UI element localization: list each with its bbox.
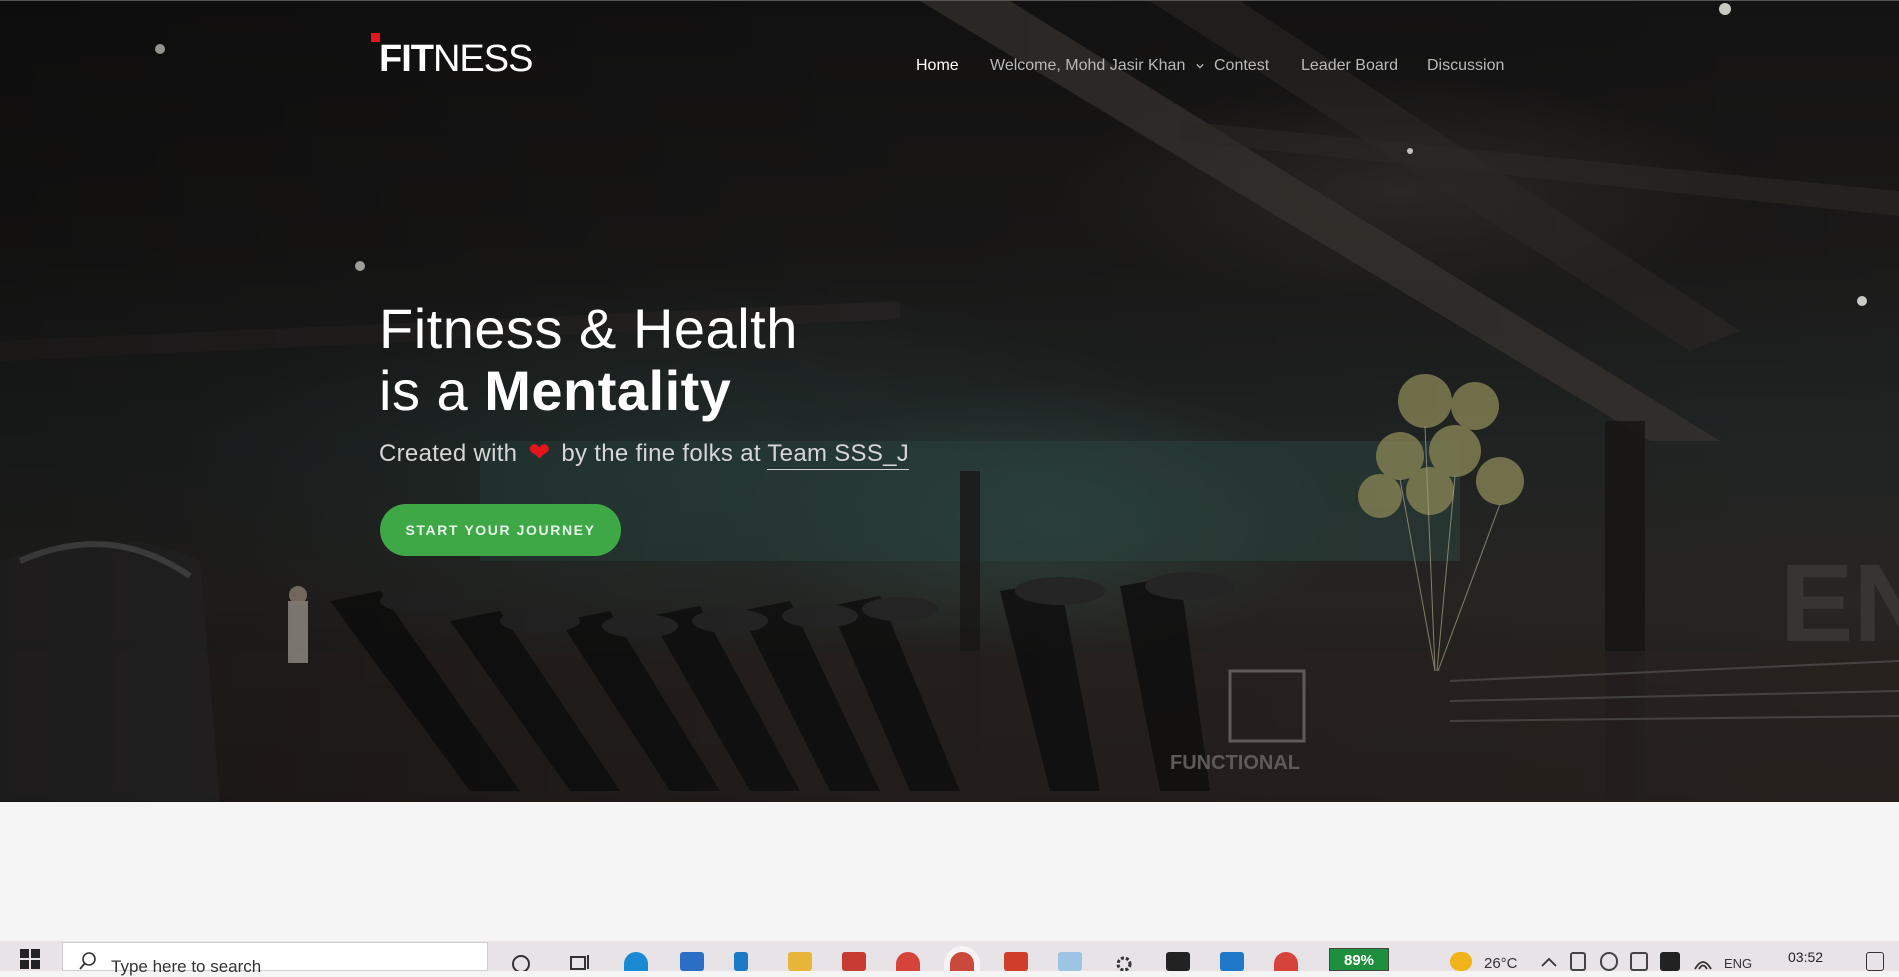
chevron-down-icon <box>1196 63 1204 69</box>
site-logo[interactable]: FITNESS <box>379 38 533 80</box>
sync-icon[interactable] <box>1630 952 1648 971</box>
subtitle-middle: by the fine folks at <box>561 440 761 467</box>
chrome-profile-icon[interactable] <box>1274 952 1298 971</box>
nav-user-menu[interactable]: Welcome, Mohd Jasir Khan <box>990 57 1204 75</box>
gmail-icon[interactable] <box>842 952 866 971</box>
temperature-label[interactable]: 26°C <box>1484 955 1518 972</box>
search-icon <box>79 952 96 970</box>
subtitle-prefix: Created with <box>379 440 518 467</box>
nav-user-label: Welcome, Mohd Jasir Khan <box>990 57 1186 74</box>
logo-thin-text: NESS <box>432 38 533 80</box>
headline-strong: Mentality <box>484 359 732 422</box>
settings-icon[interactable] <box>1112 952 1136 971</box>
vscode-icon[interactable] <box>1220 952 1244 971</box>
chevron-up-icon[interactable] <box>1540 952 1558 971</box>
edge-icon[interactable] <box>624 952 648 971</box>
network-tray-icon[interactable] <box>1600 952 1618 971</box>
heart-icon: ❤ <box>528 437 551 467</box>
windows-taskbar: Type here to search 89% 26°C ENG 03:52 <box>0 941 1899 976</box>
chrome-active-icon[interactable] <box>950 952 974 971</box>
logo-bold-text: FIT <box>379 38 434 80</box>
cortana-icon[interactable] <box>509 952 533 971</box>
office-icon[interactable] <box>1004 952 1028 971</box>
file-explorer-icon[interactable] <box>788 952 812 971</box>
notepad-icon[interactable] <box>1058 952 1082 971</box>
weather-icon[interactable] <box>1450 952 1472 971</box>
nav-leader-board[interactable]: Leader Board <box>1301 57 1398 75</box>
nav-home[interactable]: Home <box>916 57 959 75</box>
trello-icon[interactable] <box>734 952 748 971</box>
hero-section: EN FUNCTIONAL <box>0 0 1899 802</box>
headline-line-2: is a Mentality <box>379 360 798 422</box>
language-label[interactable]: ENG <box>1724 956 1752 971</box>
search-placeholder: Type here to search <box>111 957 262 976</box>
hero-subtitle: Created with ❤ by the fine folks at Team… <box>379 437 910 470</box>
nav-discussion[interactable]: Discussion <box>1427 57 1504 75</box>
taskbar-search-input[interactable]: Type here to search <box>62 942 488 976</box>
terminal-icon[interactable] <box>1166 952 1190 971</box>
wifi-icon[interactable] <box>1693 952 1713 971</box>
start-journey-button[interactable]: START YOUR JOURNEY <box>380 504 621 556</box>
mail-icon[interactable] <box>680 952 704 971</box>
battery-indicator[interactable]: 89% <box>1329 948 1389 971</box>
battery-tray-icon[interactable] <box>1660 952 1680 971</box>
hero-overlay <box>0 1 1899 802</box>
notification-icon[interactable] <box>1866 952 1884 971</box>
chrome-icon[interactable] <box>896 952 920 971</box>
device-icon[interactable] <box>1570 952 1586 971</box>
hero-headline: Fitness & Health is a Mentality <box>379 298 798 422</box>
clock-time[interactable]: 03:52 <box>1788 949 1823 965</box>
task-view-icon[interactable] <box>568 952 592 971</box>
team-link[interactable]: Team SSS_J <box>767 440 910 470</box>
headline-prefix: is a <box>379 359 469 422</box>
windows-start-icon[interactable] <box>20 949 40 969</box>
headline-line-1: Fitness & Health <box>379 297 798 360</box>
nav-contest[interactable]: Contest <box>1214 57 1269 75</box>
